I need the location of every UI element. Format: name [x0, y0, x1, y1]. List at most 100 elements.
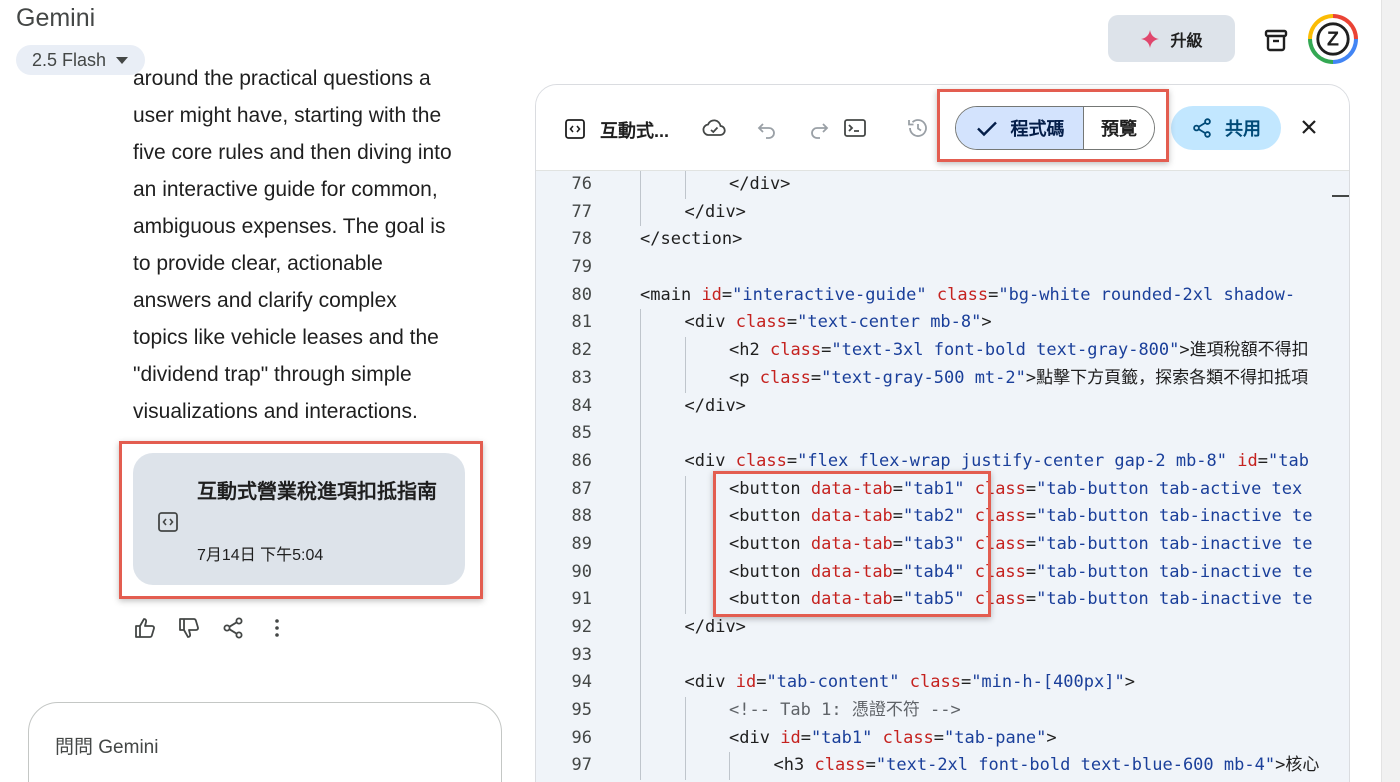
code-line: 95 <!-- Tab 1: 憑證不符 -->: [536, 697, 1349, 725]
response-line: ambiguous expenses. The goal is: [133, 215, 446, 238]
user-avatar[interactable]: Z: [1308, 14, 1358, 64]
highlight-box: [713, 471, 991, 617]
line-number: 97: [571, 755, 592, 776]
indent-guide: [684, 558, 686, 587]
line-number: 77: [571, 201, 592, 222]
response-line: "dividend trap" through simple: [133, 363, 412, 386]
line-number: 81: [571, 312, 592, 333]
line-code: <h3 class="text-2xl font-bold text-blue-…: [773, 755, 1320, 776]
indent-guide: [640, 475, 641, 504]
response-line: an interactive guide for common,: [133, 178, 438, 201]
response-line: to provide clear, actionable: [133, 252, 383, 275]
line-code: <main id="interactive-guide" class="bg-w…: [640, 284, 1296, 305]
code-file-icon: [565, 119, 585, 139]
indent-guide: [640, 503, 641, 531]
indent-guide: [684, 171, 686, 199]
indent-guide: [640, 641, 641, 670]
share-button[interactable]: 共用: [1171, 106, 1281, 150]
line-number: 95: [571, 700, 592, 721]
line-number: 79: [571, 257, 592, 278]
indent-guide: [640, 364, 641, 393]
indent-guide: [640, 447, 641, 476]
history-icon[interactable]: [905, 115, 931, 141]
indent-guide: [640, 586, 641, 614]
indent-guide: [640, 697, 641, 725]
highlight-box: [119, 441, 483, 599]
prompt-input[interactable]: 問問 Gemini: [28, 702, 502, 782]
line-number: 90: [571, 561, 592, 582]
line-number: 85: [571, 423, 592, 444]
indent-guide: [640, 420, 641, 448]
line-code: </div>: [729, 174, 791, 194]
response-line: visualizations and interactions.: [133, 400, 418, 423]
line-code: <div class="text-center mb-8">: [684, 312, 992, 333]
thumbs-down-icon[interactable]: [177, 616, 201, 640]
page-scrollbar[interactable]: [1381, 0, 1400, 782]
code-line: 83 <p class="text-gray-500 mt-2">點擊下方頁籤，探…: [536, 364, 1349, 393]
line-number: 83: [571, 367, 592, 388]
indent-guide: [640, 171, 641, 199]
model-label: 2.5 Flash: [32, 49, 107, 70]
line-number: 88: [571, 506, 592, 527]
code-line: 94 <div id="tab-content" class="min-h-[40…: [536, 669, 1349, 698]
response-line: answers and clarify complex: [133, 289, 397, 312]
indent-guide: [640, 752, 641, 781]
line-number: 92: [571, 617, 592, 637]
line-number: 93: [571, 644, 592, 665]
redo-icon[interactable]: [806, 115, 832, 141]
indent-guide: [640, 669, 641, 698]
code-line: 81 <div class="text-center mb-8">: [536, 309, 1349, 338]
line-code: </div>: [684, 395, 746, 416]
line-code: </div>: [684, 201, 746, 222]
share-icon[interactable]: [221, 616, 245, 640]
indent-guide: [684, 697, 686, 725]
code-line: 85: [536, 420, 1349, 448]
thumbs-up-icon[interactable]: [133, 616, 157, 640]
response-line: five core rules and then diving into: [133, 141, 452, 164]
prompt-placeholder: 問問 Gemini: [55, 737, 159, 758]
upgrade-button[interactable]: 升級: [1108, 15, 1235, 62]
indent-guide: [684, 475, 686, 504]
code-line: 78 </section>: [536, 226, 1349, 254]
more-vert-icon[interactable]: [265, 616, 289, 640]
sparkle-icon: [1141, 29, 1160, 48]
line-number: 84: [571, 395, 592, 416]
response-text: around the practical questions a user mi…: [133, 68, 478, 430]
app-title: Gemini: [16, 4, 96, 32]
code-line: 93: [536, 641, 1349, 670]
line-number: 78: [571, 229, 592, 250]
indent-guide: [640, 198, 641, 227]
response-actions: [133, 616, 289, 640]
indent-guide: [640, 530, 641, 559]
indent-guide: [640, 724, 641, 753]
line-number: 76: [571, 174, 592, 194]
line-code: <div id="tab1" class="tab-pane">: [729, 727, 1057, 748]
indent-guide: [684, 337, 686, 365]
cloud-save-icon[interactable]: [701, 115, 727, 141]
console-icon[interactable]: [842, 115, 868, 141]
share-icon: [1193, 118, 1211, 138]
response-line: user might have, starting with the: [133, 104, 442, 127]
line-number: 94: [571, 672, 592, 693]
share-label: 共用: [1225, 119, 1261, 139]
response-line: topics like vehicle leases and the: [133, 326, 439, 349]
undo-icon[interactable]: [754, 115, 780, 141]
archive-icon[interactable]: [1262, 26, 1290, 54]
indent-guide: [640, 614, 641, 642]
code-line: 77 </div>: [536, 198, 1349, 227]
indent-guide: [640, 337, 641, 365]
close-icon[interactable]: [1296, 114, 1322, 140]
line-code: <p class="text-gray-500 mt-2">點擊下方頁籤，探索各…: [729, 367, 1309, 388]
line-code: </div>: [684, 617, 746, 637]
caret-down-icon: [116, 56, 129, 64]
line-number: 80: [571, 284, 592, 305]
line-number: 91: [571, 589, 592, 610]
indent-guide: [640, 309, 641, 338]
line-code: </section>: [640, 229, 743, 250]
code-line: 80 <main id="interactive-guide" class="bg…: [536, 282, 1349, 310]
model-selector[interactable]: 2.5 Flash: [16, 45, 145, 75]
indent-guide: [640, 558, 641, 587]
indent-guide: [684, 724, 686, 753]
line-number: 82: [571, 340, 592, 361]
code-line: 84 </div>: [536, 392, 1349, 421]
